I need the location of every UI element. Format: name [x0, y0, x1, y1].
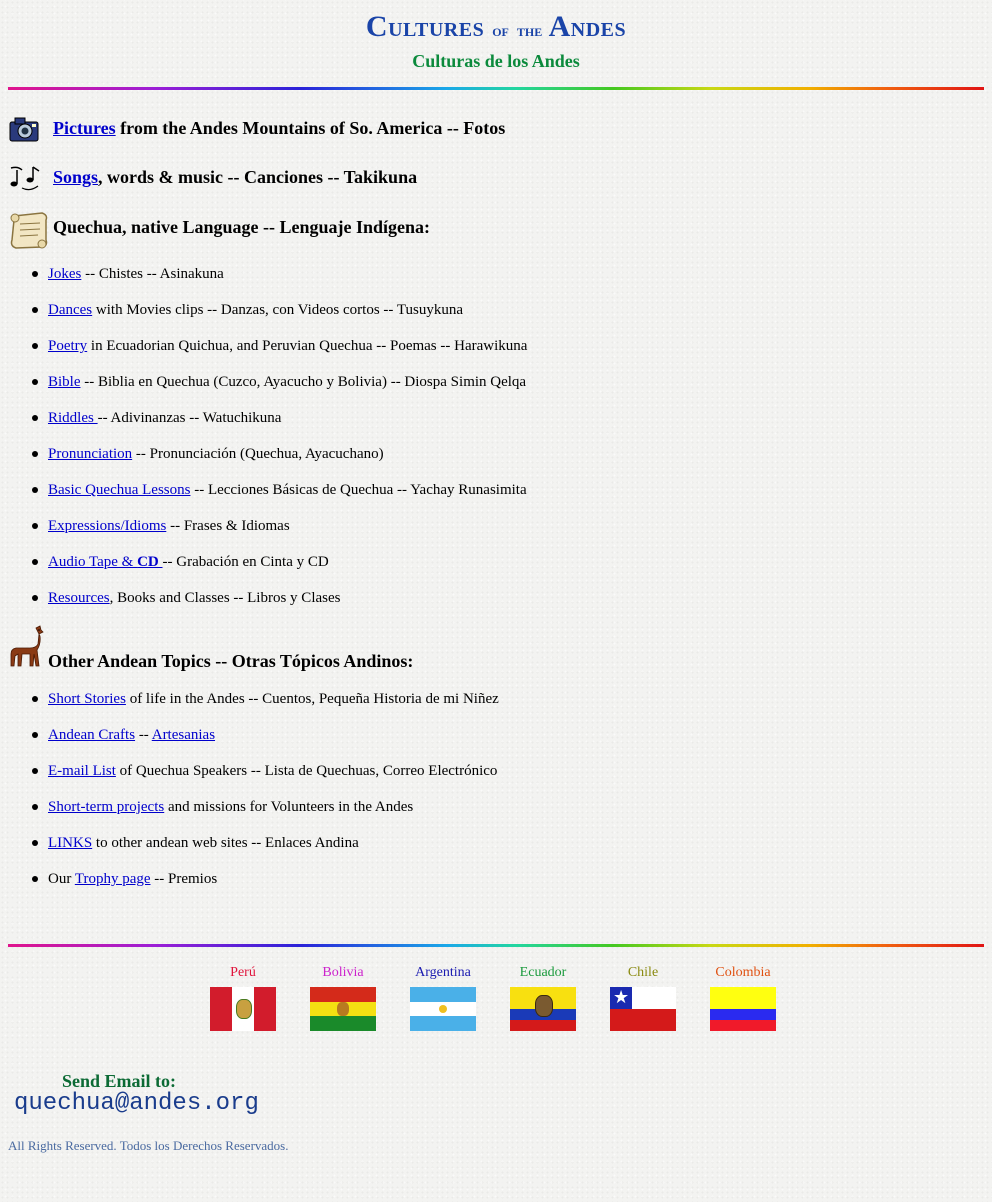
- jokes-link[interactable]: Jokes: [48, 266, 81, 282]
- list-item: Expressions/Idioms -- Frases & Idiomas: [32, 517, 290, 535]
- songs-link[interactable]: Songs: [53, 167, 98, 187]
- page-title: CULTURES OF THE ANDES: [0, 8, 992, 51]
- list-item: Short Stories of life in the Andes -- Cu…: [32, 690, 499, 708]
- title-of: OF: [492, 25, 509, 39]
- flag-ecuador[interactable]: Ecuador: [510, 964, 576, 1031]
- flag-argentina[interactable]: Argentina: [410, 964, 476, 1031]
- item-text: -- Biblia en Quechua (Cuzco, Ayacucho y …: [80, 374, 527, 390]
- argentina-flag-icon[interactable]: [410, 987, 476, 1031]
- pronunciation-link[interactable]: Pronunciation: [48, 446, 132, 462]
- poetry-link[interactable]: Poetry: [48, 338, 87, 354]
- title-letter: A: [548, 10, 571, 43]
- pictures-row: Pictures from the Andes Mountains of So.…: [53, 118, 505, 139]
- list-item: Andean Crafts -- Artesanias: [31, 726, 215, 744]
- list-item: Bible -- Biblia en Quechua (Cuzco, Ayacu…: [31, 373, 527, 391]
- flag-peru[interactable]: Perú: [210, 964, 276, 1031]
- page-header: CULTURES OF THE ANDES Culturas de los An…: [0, 8, 992, 71]
- flag-label: Perú: [230, 965, 256, 980]
- title-word: NDES: [570, 19, 627, 41]
- list-item: Short-term projects and missions for Vol…: [31, 798, 414, 816]
- item-text: -- Chistes -- Asinakuna: [81, 266, 224, 282]
- scroll-icon: [8, 210, 52, 255]
- list-item: Jokes -- Chistes -- Asinakuna: [32, 265, 224, 283]
- title-the: THE: [516, 25, 543, 39]
- audio-link-text: Audio Tape &: [48, 554, 138, 570]
- email-list-link[interactable]: E-mail List: [48, 763, 116, 779]
- item-text: -- Grabación en Cinta y CD: [162, 554, 329, 570]
- item-text: and missions for Volunteers in the Andes: [164, 799, 414, 815]
- bible-link[interactable]: Bible: [48, 374, 81, 390]
- andean-crafts-link[interactable]: Andean Crafts: [48, 727, 135, 743]
- audio-cd-link[interactable]: Audio Tape & CD: [48, 554, 163, 570]
- flag-label: Argentina: [415, 965, 471, 980]
- item-text: , Books and Classes -- Libros y Clases: [109, 590, 341, 606]
- other-topics-heading: Other Andean Topics -- Otras Tópicos And…: [48, 651, 414, 671]
- item-text: -- Lecciones Básicas de Quechua -- Yacha…: [190, 482, 527, 498]
- songs-row: Songs, words & music -- Canciones -- Tak…: [53, 167, 417, 188]
- copyright-notice: All Rights Reserved. Todos los Derechos …: [8, 1138, 289, 1153]
- short-term-projects-link[interactable]: Short-term projects: [48, 799, 164, 815]
- item-text: --: [135, 727, 152, 743]
- pictures-text: from the Andes Mountains of So. America …: [115, 118, 506, 138]
- list-item: Audio Tape & CD -- Grabación en Cinta y …: [32, 553, 329, 571]
- expressions-link[interactable]: Expressions/Idioms: [48, 518, 166, 534]
- flag-label: Ecuador: [519, 965, 567, 980]
- colombia-flag-icon[interactable]: [710, 987, 776, 1031]
- music-notes-icon: [8, 164, 42, 199]
- llama-icon: [6, 624, 46, 673]
- flag-label: Chile: [627, 965, 659, 980]
- list-item: Resources, Books and Classes -- Libros y…: [31, 589, 341, 607]
- title-word: ULTURES: [388, 19, 485, 41]
- list-item: Riddles -- Adivinanzas -- Watuchikuna: [31, 409, 282, 427]
- flag-label: Colombia: [715, 965, 771, 980]
- item-text: with Movies clips -- Danzas, con Videos …: [92, 302, 464, 318]
- ecuador-flag-icon[interactable]: [510, 987, 576, 1031]
- audio-link-bold: CD: [137, 554, 163, 570]
- dances-link[interactable]: Dances: [48, 302, 92, 318]
- basic-lessons-link[interactable]: Basic Quechua Lessons: [48, 482, 190, 498]
- item-text: -- Pronunciación (Quechua, Ayacuchano): [132, 446, 384, 462]
- flag-bolivia[interactable]: Bolivia: [310, 964, 376, 1031]
- quechua-heading: Quechua, native Language -- Lenguaje Ind…: [53, 217, 431, 237]
- item-text: to other andean web sites -- Enlaces And…: [92, 835, 359, 851]
- flag-chile[interactable]: Chile ★: [610, 964, 676, 1031]
- peru-flag-icon[interactable]: [210, 987, 276, 1031]
- list-item: Our Trophy page -- Premios: [31, 870, 218, 888]
- list-item: LINKS to other andean web sites -- Enlac…: [32, 834, 359, 852]
- flag-label: Bolivia: [322, 965, 364, 980]
- flag-colombia[interactable]: Colombia: [710, 964, 776, 1031]
- list-item: Poetry in Ecuadorian Quichua, and Peruvi…: [31, 337, 528, 355]
- email-link[interactable]: quechua@andes.org: [14, 1090, 259, 1117]
- item-text: of life in the Andes -- Cuentos, Pequeña…: [125, 691, 499, 707]
- item-text: -- Premios: [150, 871, 218, 887]
- item-text: -- Frases & Idiomas: [166, 518, 290, 534]
- trophy-page-link[interactable]: Trophy page: [75, 871, 151, 887]
- page-subtitle: Culturas de los Andes: [412, 51, 580, 71]
- list-item: Basic Quechua Lessons -- Lecciones Básic…: [32, 481, 527, 499]
- chile-flag-icon[interactable]: ★: [610, 987, 676, 1031]
- rainbow-divider-top: [8, 87, 984, 90]
- resources-link[interactable]: Resources: [48, 590, 110, 606]
- short-stories-link[interactable]: Short Stories: [48, 691, 126, 707]
- list-item: E-mail List of Quechua Speakers -- Lista…: [31, 762, 498, 780]
- rainbow-divider-bottom: [8, 944, 984, 947]
- item-text: Our: [48, 871, 75, 887]
- send-email-label: Send Email to:: [62, 1071, 177, 1091]
- links-link[interactable]: LINKS: [48, 835, 92, 851]
- pictures-link[interactable]: Pictures: [53, 118, 116, 138]
- item-text: -- Adivinanzas -- Watuchikuna: [97, 410, 282, 426]
- list-item: Dances with Movies clips -- Danzas, con …: [31, 301, 464, 319]
- songs-text: , words & music -- Canciones -- Takikuna: [98, 167, 418, 187]
- item-text: of Quechua Speakers -- Lista de Quechuas…: [115, 763, 498, 779]
- camera-icon: [8, 114, 40, 149]
- item-text: in Ecuadorian Quichua, and Peruvian Quec…: [87, 338, 528, 354]
- riddles-link[interactable]: Riddles: [48, 410, 98, 426]
- list-item: Pronunciation -- Pronunciación (Quechua,…: [32, 445, 384, 463]
- bolivia-flag-icon[interactable]: [310, 987, 376, 1031]
- title-letter: C: [365, 10, 389, 43]
- artesanias-link[interactable]: Artesanias: [152, 727, 215, 743]
